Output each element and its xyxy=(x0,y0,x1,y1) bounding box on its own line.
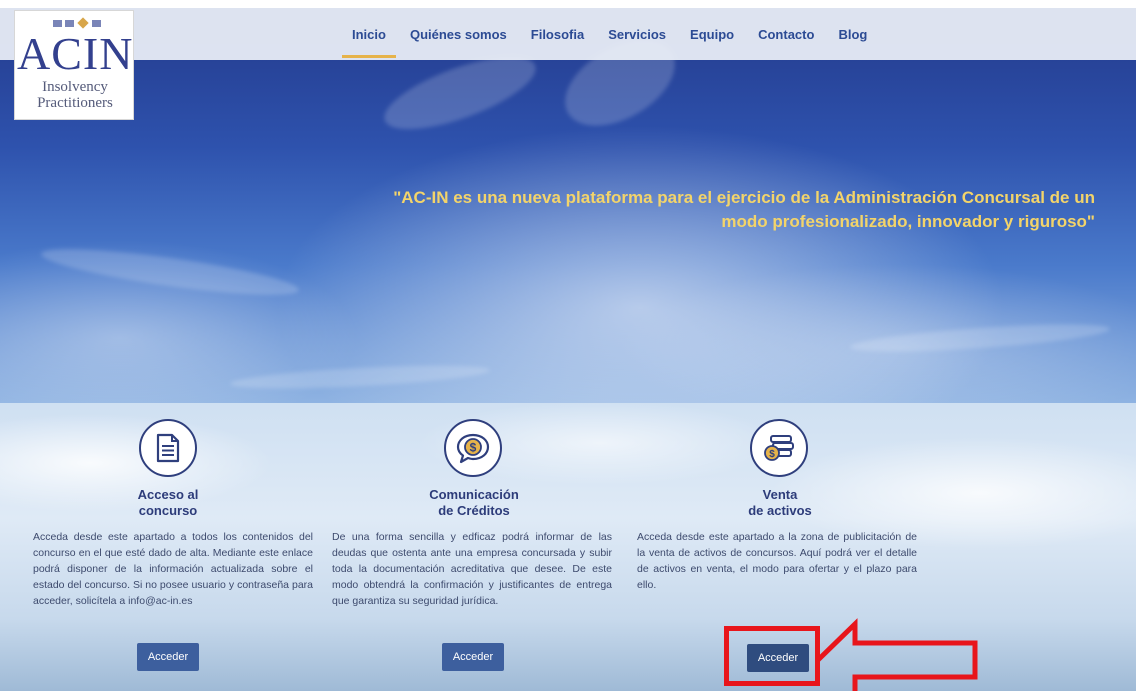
annotation-arrow-icon xyxy=(816,618,978,691)
